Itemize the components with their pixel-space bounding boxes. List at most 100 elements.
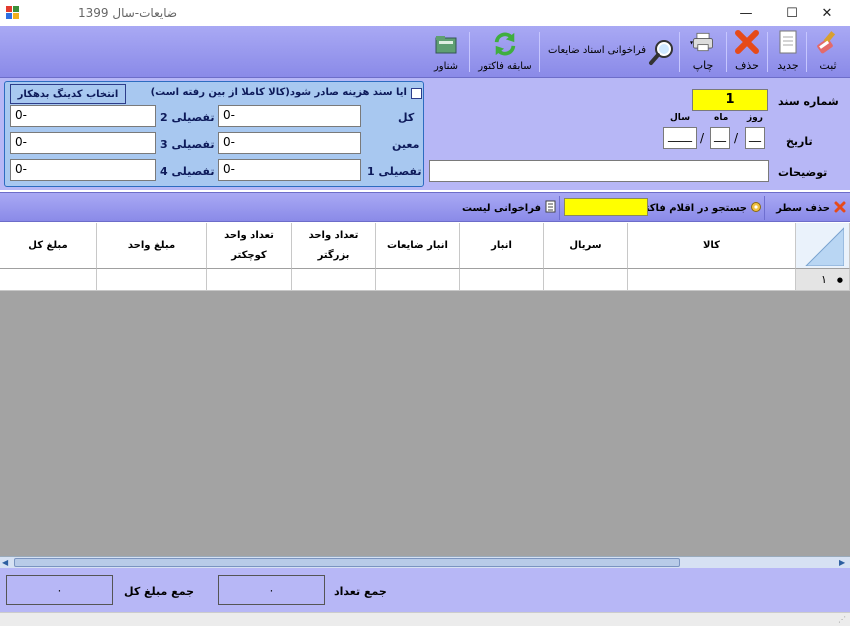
list-icon: [545, 200, 556, 216]
brush-icon: [815, 29, 841, 55]
tafsili1-label: تفصیلی 1: [367, 165, 422, 178]
column-header-smaller-unit[interactable]: تعداد واحد کوچکتر: [207, 223, 292, 269]
year-field[interactable]: ____: [663, 127, 697, 149]
scroll-left-icon[interactable]: ◀: [2, 558, 8, 567]
moeen-label: معین: [392, 138, 420, 151]
tafsili3-label: تفصیلی 3: [160, 138, 215, 151]
delete-button[interactable]: حذف: [729, 26, 765, 78]
select-coding-button[interactable]: انتخاب کدینگ بدهکار: [10, 84, 126, 104]
toolbar-separator: [764, 196, 765, 220]
column-header-line: کوچکتر: [231, 249, 267, 261]
row-number: ۱: [820, 273, 827, 286]
window-title: ضایعات-سال 1399: [78, 6, 178, 20]
float-button[interactable]: شناور: [428, 26, 464, 78]
search-items-input[interactable]: [564, 198, 648, 216]
invoice-history-button[interactable]: سابقه فاکتور: [474, 26, 536, 78]
column-header-bigger-unit[interactable]: تعداد واحد بزرگتر: [292, 223, 376, 269]
toolbar-separator: [559, 196, 560, 220]
tafsili4-label: تفصیلی 4: [160, 165, 215, 178]
horizontal-scrollbar[interactable]: ◀ ▶: [0, 556, 850, 568]
close-button[interactable]: ✕: [804, 0, 850, 26]
column-header-line: بزرگتر: [317, 249, 350, 261]
minimize-button[interactable]: —: [723, 0, 769, 26]
table-cell[interactable]: [292, 269, 376, 291]
tafsili1-field[interactable]: 0-: [218, 159, 361, 181]
printer-icon: ▾: [690, 29, 716, 55]
tafsili4-field[interactable]: 0-: [10, 159, 156, 181]
column-header-serial[interactable]: سریال: [544, 223, 628, 269]
folder-icon: [433, 31, 459, 57]
total-count-label: جمع تعداد: [334, 585, 387, 598]
table-cell[interactable]: [207, 269, 292, 291]
column-header-line: تعداد واحد: [224, 229, 274, 241]
app-window: ضایعات-سال 1399 — ☐ ✕ ثبت جدید حذف ▾ چاپ…: [0, 0, 850, 626]
column-header-unit-price[interactable]: مبلغ واحد: [97, 223, 207, 269]
float-label: شناور: [433, 61, 459, 72]
column-header-item[interactable]: کالا: [628, 223, 796, 269]
title-bar: ضایعات-سال 1399 — ☐ ✕: [0, 0, 850, 26]
magnifier-icon: [648, 38, 676, 66]
refresh-icon: [492, 31, 518, 57]
date-separator: /: [734, 131, 739, 145]
resize-grip-icon[interactable]: ⋰: [838, 615, 846, 624]
total-count-field: ۰: [218, 575, 325, 605]
recall-list-label: فراخوانی لیست: [461, 202, 541, 214]
toolbar-separator: [469, 32, 470, 72]
total-amount-field: ۰: [6, 575, 113, 605]
cost-checkbox-label: آیا سند هزینه صادر شود(کالا کاملا از بین…: [150, 87, 407, 98]
kol-field[interactable]: 0-: [218, 105, 361, 127]
row-header[interactable]: ۱ ●: [796, 269, 850, 291]
table-cell[interactable]: [460, 269, 544, 291]
day-field[interactable]: __: [745, 127, 765, 149]
doc-number-field[interactable]: 1: [692, 89, 768, 111]
kol-label: کل: [398, 111, 415, 124]
column-header-waste-warehouse[interactable]: انبار ضایعات: [376, 223, 460, 269]
cost-checkbox[interactable]: [411, 88, 422, 99]
delete-x-icon: [734, 29, 760, 55]
table-cell[interactable]: [97, 269, 207, 291]
new-button[interactable]: جدید: [770, 26, 806, 78]
tafsili2-field[interactable]: 0-: [10, 105, 156, 127]
description-label: توضیحات: [778, 166, 828, 179]
tafsili3-field[interactable]: 0-: [10, 132, 156, 154]
search-gear-icon: [750, 201, 762, 216]
table-cell[interactable]: [0, 269, 97, 291]
tafsili2-label: تفصیلی 2: [160, 111, 215, 124]
invoice-history-label: سابقه فاکتور: [478, 61, 532, 72]
month-field[interactable]: __: [710, 127, 730, 149]
day-label: روز: [747, 113, 763, 123]
delete-row-icon: [834, 201, 846, 216]
current-row-marker: ●: [836, 275, 843, 284]
column-header-line: تعداد واحد: [308, 229, 359, 241]
doc-number-label: شماره سند: [778, 95, 839, 108]
recall-list-button[interactable]: فراخوانی لیست: [462, 199, 556, 217]
table-cell[interactable]: [544, 269, 628, 291]
toolbar-separator: [679, 32, 680, 72]
table-cell[interactable]: [376, 269, 460, 291]
scroll-right-icon[interactable]: ▶: [839, 558, 845, 567]
delete-label: حذف: [735, 59, 759, 72]
recall-documents-button[interactable]: فراخوانی اسناد ضایعات: [542, 26, 678, 78]
column-header-warehouse[interactable]: انبار: [460, 223, 544, 269]
description-field[interactable]: [429, 160, 769, 182]
print-label: چاپ: [692, 59, 714, 72]
toolbar-separator: [539, 32, 540, 72]
grid-corner[interactable]: [796, 223, 850, 269]
toolbar-separator: [726, 32, 727, 72]
table-cell[interactable]: [628, 269, 796, 291]
print-button[interactable]: ▾ چاپ: [682, 26, 724, 78]
items-grid: کالا سریال انبار انبار ضایعات تعداد واحد…: [0, 223, 850, 556]
save-label: ثبت: [819, 59, 837, 72]
total-amount-label: جمع مبلغ کل: [124, 585, 194, 598]
column-header-total-amount[interactable]: مبلغ کل: [0, 223, 97, 269]
month-label: ماه: [714, 113, 729, 123]
delete-row-button[interactable]: حذف سطر: [768, 199, 846, 217]
scroll-thumb[interactable]: [14, 558, 680, 567]
app-icon: [6, 6, 19, 19]
new-document-icon: [775, 29, 801, 55]
date-label: تاریخ: [786, 135, 813, 148]
save-button[interactable]: ثبت: [808, 26, 848, 78]
moeen-field[interactable]: 0-: [218, 132, 361, 154]
year-label: سال: [670, 113, 691, 123]
status-bar: ⋰: [0, 612, 850, 626]
